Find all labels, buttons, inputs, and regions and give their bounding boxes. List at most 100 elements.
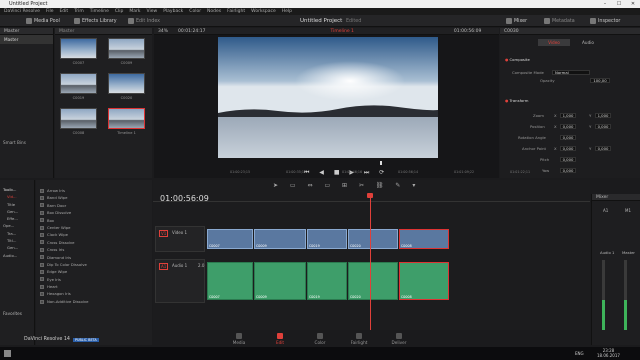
- video-preview[interactable]: [218, 37, 438, 158]
- transition-item[interactable]: Center Wipe: [36, 224, 152, 231]
- category-titles[interactable]: Titl...: [3, 237, 32, 244]
- effects-library-button[interactable]: Effects Library: [74, 17, 117, 25]
- clip-thumb[interactable]: [108, 38, 145, 59]
- menu-clip[interactable]: Clip: [115, 9, 124, 14]
- clip-thumb[interactable]: [60, 38, 97, 59]
- mixer-button[interactable]: Mixer: [506, 17, 527, 25]
- menu-fairlight[interactable]: Fairlight: [227, 9, 245, 14]
- transition-item[interactable]: Non-Additive Dissolve: [36, 298, 152, 305]
- audio-clip[interactable]: C0007: [207, 262, 253, 300]
- anchor-x-field[interactable]: 0,000: [560, 146, 576, 151]
- video-clip[interactable]: C0009: [254, 229, 306, 249]
- clip-thumb[interactable]: [60, 108, 97, 129]
- category-effects[interactable]: Effe...: [3, 215, 32, 222]
- audio-track-header[interactable]: A1 Audio 1 2.0: [155, 259, 205, 303]
- rotation-field[interactable]: 0,000: [560, 135, 576, 140]
- position-x-field[interactable]: 0,000: [560, 124, 576, 129]
- transition-item[interactable]: Barn Door: [36, 202, 152, 209]
- page-tab-edit[interactable]: Edit: [268, 333, 292, 345]
- menu-help[interactable]: Help: [282, 9, 292, 14]
- menu-workspace[interactable]: Workspace: [251, 9, 276, 14]
- menu-edit[interactable]: Edit: [59, 9, 68, 14]
- bin-master[interactable]: Master: [0, 35, 53, 44]
- opacity-field[interactable]: 100,00: [590, 78, 610, 83]
- minimize-button[interactable]: –: [598, 0, 612, 8]
- timeline-thumb[interactable]: [108, 108, 145, 129]
- transition-item[interactable]: Hexagon Iris: [36, 290, 152, 297]
- audio-clip[interactable]: C0019: [307, 262, 347, 300]
- metadata-button[interactable]: Metadata: [544, 17, 575, 25]
- menu-trim[interactable]: Trim: [74, 9, 84, 14]
- category-audio[interactable]: Audio...: [3, 252, 32, 259]
- transition-item[interactable]: Box Dissolve: [36, 209, 152, 216]
- transition-item[interactable]: Arrow Iris: [36, 187, 152, 194]
- yaw-field[interactable]: 0,000: [560, 168, 576, 173]
- timeline-thumb-label: Timeline 1: [117, 131, 136, 135]
- transition-item[interactable]: Cross Dissolve: [36, 239, 152, 246]
- audio-clip[interactable]: C0020: [348, 262, 398, 300]
- audio-clip[interactable]: C0009: [254, 262, 306, 300]
- category-gen[interactable]: Gen...: [3, 244, 32, 251]
- video-clip[interactable]: C0007: [207, 229, 253, 249]
- menu-view[interactable]: View: [147, 9, 158, 14]
- transition-item[interactable]: Box: [36, 217, 152, 224]
- video-clip[interactable]: C0020: [348, 229, 398, 249]
- transition-item[interactable]: Eye Iris: [36, 276, 152, 283]
- viewer-zoom[interactable]: 34%: [158, 28, 168, 34]
- clock[interactable]: 23:28 18.06.2017: [597, 348, 620, 358]
- playhead-handle[interactable]: [367, 193, 373, 198]
- video-clip[interactable]: C0019: [307, 229, 347, 249]
- transition-item[interactable]: Edge Wipe: [36, 268, 152, 275]
- transform-section[interactable]: ● Transform: [500, 97, 630, 104]
- clip-thumb[interactable]: [108, 73, 145, 94]
- page-tab-media[interactable]: Media: [227, 333, 251, 345]
- start-icon[interactable]: [4, 350, 11, 357]
- page-tab-color[interactable]: Color: [308, 333, 332, 345]
- tab-audio[interactable]: Audio: [572, 39, 604, 46]
- menu-playback[interactable]: Playback: [163, 9, 183, 14]
- menu-nodes[interactable]: Nodes: [207, 9, 221, 14]
- category-openfx[interactable]: Ope...: [3, 222, 32, 229]
- menu-davinci[interactable]: DaVinci Resolve: [4, 9, 40, 14]
- menu-file[interactable]: File: [46, 9, 54, 14]
- category-generators[interactable]: Gen...: [3, 208, 32, 215]
- composite-section[interactable]: ● Composite: [500, 56, 630, 63]
- viewer-timeline-name[interactable]: Timeline 1: [330, 28, 353, 34]
- position-y-field[interactable]: 0,000: [595, 124, 611, 129]
- pitch-field[interactable]: 0,000: [560, 157, 576, 162]
- transition-item[interactable]: Diamond Iris: [36, 254, 152, 261]
- category-video-transitions[interactable]: Vid...: [3, 193, 32, 200]
- inspector-button[interactable]: Inspector: [590, 17, 620, 25]
- page-tab-deliver[interactable]: Deliver: [387, 333, 411, 345]
- page-tab-fairlight[interactable]: Fairlight: [347, 333, 371, 345]
- menu-color[interactable]: Color: [189, 9, 201, 14]
- zoom-x-field[interactable]: 1,000: [560, 113, 576, 118]
- category-transitions[interactable]: Tra...: [3, 230, 32, 237]
- keyboard-language[interactable]: ENG: [575, 351, 584, 356]
- transition-item[interactable]: Dip To Color Dissolve: [36, 261, 152, 268]
- edit-tools[interactable]: ➤ ▭ ⇔ ▭ ⊞ ✂ ⛓ ✎ ▾: [273, 182, 420, 189]
- media-pool-button[interactable]: Media Pool: [26, 17, 60, 25]
- category-title-transitions[interactable]: Title: [3, 201, 32, 208]
- timeline-playhead[interactable]: [370, 193, 371, 330]
- video-clip-selected[interactable]: C0008: [399, 229, 449, 249]
- maximize-button[interactable]: ☐: [612, 0, 626, 8]
- menu-timeline[interactable]: Timeline: [90, 9, 109, 14]
- edit-index-button[interactable]: Edit Index: [128, 17, 160, 25]
- category-toolbox[interactable]: Toolb...: [3, 186, 32, 193]
- audio-clip-selected[interactable]: C0008: [399, 262, 449, 300]
- transition-item[interactable]: Band Wipe: [36, 194, 152, 201]
- tab-video[interactable]: Video: [538, 39, 570, 46]
- menu-mark[interactable]: Mark: [129, 9, 140, 14]
- video-track-header[interactable]: V1 Video 1: [155, 226, 205, 252]
- clip-thumb[interactable]: [60, 73, 97, 94]
- viewer-playhead[interactable]: [380, 161, 382, 165]
- close-button[interactable]: ✕: [626, 0, 640, 8]
- transition-item[interactable]: Cross Iris: [36, 246, 152, 253]
- anchor-y-field[interactable]: 0,000: [595, 146, 611, 151]
- composite-mode-select[interactable]: Normal: [552, 70, 590, 75]
- transition-item[interactable]: Heart: [36, 283, 152, 290]
- zoom-y-field[interactable]: 1,000: [595, 113, 611, 118]
- transition-item[interactable]: Clock Wipe: [36, 231, 152, 238]
- transition-name: Band Wipe: [47, 195, 68, 201]
